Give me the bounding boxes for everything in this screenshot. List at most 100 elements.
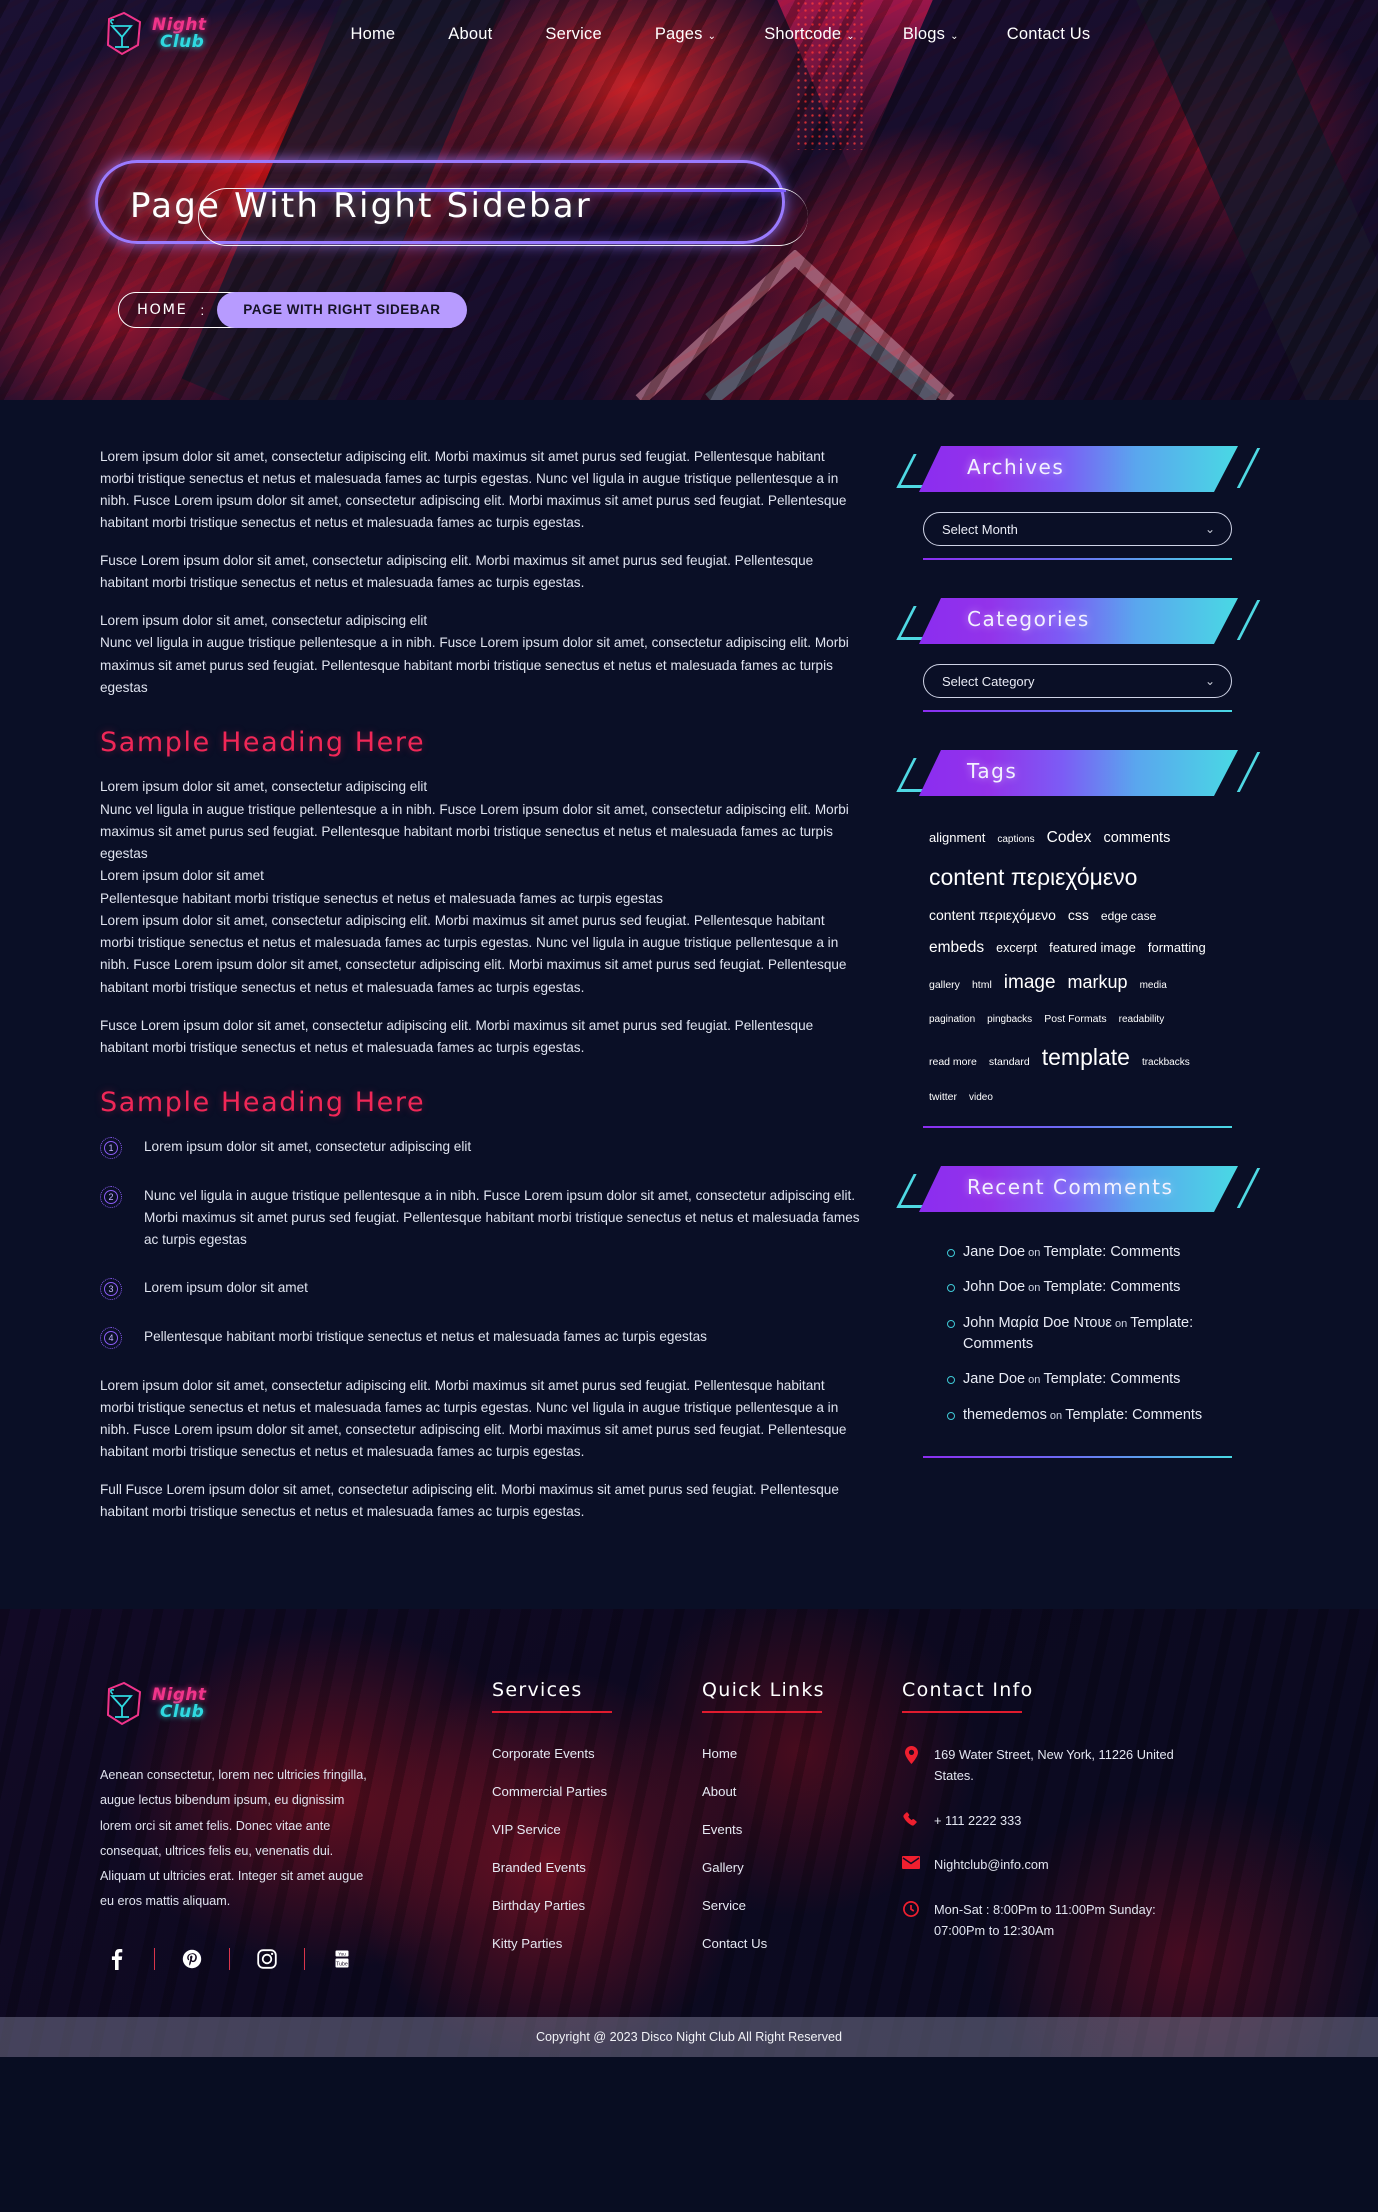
footer-link[interactable]: Kitty Parties xyxy=(492,1936,562,1951)
tag-link[interactable]: readability xyxy=(1119,1010,1165,1030)
tag-link[interactable]: formatting xyxy=(1148,935,1206,961)
paragraph-line: Lorem ipsum dolor sit amet xyxy=(100,868,264,884)
tag-link[interactable]: featured image xyxy=(1049,935,1136,961)
comment-author[interactable]: Jane Doe xyxy=(963,1244,1025,1260)
widget-title: Tags xyxy=(967,759,1018,783)
footer-link[interactable]: Corporate Events xyxy=(492,1746,595,1761)
widget-tags: Tags alignment captions Codex commentsconte… xyxy=(896,750,1261,1138)
tag-link[interactable]: template xyxy=(1042,1034,1130,1080)
footer-link[interactable]: Contact Us xyxy=(702,1936,767,1951)
tag-link[interactable]: twitter xyxy=(929,1087,957,1108)
breadcrumb-home-link[interactable]: HOME xyxy=(137,302,187,318)
paragraph: Lorem ipsum dolor sit amet, consectetur … xyxy=(100,1378,847,1460)
tag-link[interactable]: Codex xyxy=(1047,822,1092,853)
pinterest-icon[interactable] xyxy=(175,1949,209,1969)
comment-post-link[interactable]: Template: Comments xyxy=(1043,1279,1180,1295)
list-item-text: Lorem ipsum dolor sit amet, consectetur … xyxy=(144,1139,472,1155)
comment-post-link[interactable]: Template: Comments xyxy=(1065,1407,1202,1423)
comment-post-link[interactable]: Template: Comments xyxy=(1043,1371,1180,1387)
tag-link[interactable]: trackbacks xyxy=(1142,1053,1190,1073)
nav-item-about[interactable]: About xyxy=(424,19,521,50)
recent-comment-item: John Μαρία Doe Ντουε on Template: Commen… xyxy=(947,1313,1220,1356)
comment-on-label: on xyxy=(1111,1317,1131,1330)
bullet-number: 4 xyxy=(104,1331,118,1346)
tag-link[interactable]: css xyxy=(1068,901,1089,929)
comment-author[interactable]: John Doe xyxy=(963,1279,1025,1295)
hero-banner: Night Club Home About Service Pages ⌄ Sho… xyxy=(0,0,1378,400)
footer-about-text: Aenean consectetur, lorem nec ultricies … xyxy=(100,1768,367,1909)
footer-list-item: Branded Events xyxy=(492,1859,702,1877)
nav-item-shortcode[interactable]: Shortcode ⌄ xyxy=(740,19,879,50)
tag-link[interactable]: video xyxy=(969,1088,993,1108)
footer-link[interactable]: About xyxy=(702,1784,736,1799)
sidebar: Archives Select Month ⌄ Categories Selec… xyxy=(896,446,1261,1539)
tag-link[interactable]: media xyxy=(1140,976,1167,996)
widget-title: Recent Comments xyxy=(967,1175,1174,1199)
paragraph: Fusce Lorem ipsum dolor sit amet, consec… xyxy=(100,1018,814,1056)
tag-link[interactable]: pingbacks xyxy=(987,1010,1032,1030)
comment-author[interactable]: Jane Doe xyxy=(963,1371,1025,1387)
comment-post-link[interactable]: Template: Comments xyxy=(1043,1244,1180,1260)
paragraph: Fusce Lorem ipsum dolor sit amet, consec… xyxy=(100,553,814,591)
numbered-bullet-icon: 2 xyxy=(100,1186,122,1209)
numbered-bullet-icon: 1 xyxy=(100,1137,122,1160)
tag-link[interactable]: alignment xyxy=(929,825,985,851)
nav-item-pages[interactable]: Pages ⌄ xyxy=(631,19,740,50)
nav-item-contact-us[interactable]: Contact Us xyxy=(983,19,1120,50)
footer-services-title: Services xyxy=(492,1679,583,1702)
footer-link[interactable]: Branded Events xyxy=(492,1860,586,1875)
footer-logo[interactable]: Night Club xyxy=(100,1679,370,1729)
tag-link[interactable]: comments xyxy=(1103,824,1170,853)
nav-label: Shortcode xyxy=(764,24,842,43)
footer-link[interactable]: Birthday Parties xyxy=(492,1898,585,1913)
title-underline xyxy=(902,1711,1022,1714)
chevron-down-icon: ⌄ xyxy=(707,30,717,42)
comment-author[interactable]: John Μαρία Doe Ντουε xyxy=(963,1315,1112,1331)
envelope-icon xyxy=(902,1855,920,1870)
categories-select[interactable]: Select Category ⌄ xyxy=(923,664,1232,698)
section-heading-2: Sample Heading Here xyxy=(100,1087,426,1119)
comment-author[interactable]: themedemos xyxy=(963,1407,1047,1423)
tag-link[interactable]: read more xyxy=(929,1052,977,1073)
footer-link[interactable]: VIP Service xyxy=(492,1822,561,1837)
logo-text-club: Club xyxy=(160,1702,205,1723)
footer-link[interactable]: Service xyxy=(702,1898,746,1913)
facebook-icon[interactable] xyxy=(100,1948,134,1971)
tag-link[interactable]: captions xyxy=(997,830,1034,850)
tag-link[interactable]: markup xyxy=(1068,964,1128,1000)
tag-link[interactable]: edge case xyxy=(1101,904,1156,928)
copyright-bar: Copyright @ 2023 Disco Night Club All Ri… xyxy=(0,2017,1378,2058)
footer-link[interactable]: Events xyxy=(702,1822,742,1837)
instagram-icon[interactable] xyxy=(250,1949,284,1970)
archives-select[interactable]: Select Month ⌄ xyxy=(923,512,1232,546)
title-underline xyxy=(492,1711,612,1714)
footer-link[interactable]: Home xyxy=(702,1746,737,1761)
site-logo[interactable]: Night Club xyxy=(100,9,206,59)
top-navigation-bar: Night Club Home About Service Pages ⌄ Sho… xyxy=(0,0,1378,68)
paragraph-line: Lorem ipsum dolor sit amet, consectetur … xyxy=(100,912,847,995)
nav-item-service[interactable]: Service xyxy=(521,19,630,50)
paragraph-line: Lorem ipsum dolor sit amet, consectetur … xyxy=(100,613,428,629)
footer-link[interactable]: Gallery xyxy=(702,1860,744,1875)
comment-on-label: on xyxy=(1025,1282,1044,1295)
tag-link[interactable]: Post Formats xyxy=(1044,1009,1106,1030)
tag-link[interactable]: pagination xyxy=(929,1010,975,1030)
footer-link[interactable]: Commercial Parties xyxy=(492,1784,607,1799)
tag-link[interactable]: html xyxy=(972,975,992,996)
tag-link[interactable]: excerpt xyxy=(996,936,1037,961)
contact-phone-text[interactable]: + 111 2222 333 xyxy=(934,1811,1021,1832)
bullet-number: 2 xyxy=(104,1190,118,1205)
tag-link[interactable]: content περιεχόμενο xyxy=(929,854,1137,900)
tag-link[interactable]: image xyxy=(1004,964,1056,1002)
nav-item-blogs[interactable]: Blogs ⌄ xyxy=(879,19,983,50)
tag-link[interactable]: gallery xyxy=(929,975,960,996)
nav-item-home[interactable]: Home xyxy=(326,19,424,50)
youtube-icon[interactable]: You Tube xyxy=(325,1949,359,1969)
tag-link[interactable]: content περιεχόμενο xyxy=(929,901,1056,929)
contact-email-text[interactable]: Nightclub@info.com xyxy=(934,1855,1049,1876)
contact-address-row: 169 Water Street, New York, 11226 United… xyxy=(902,1745,1202,1786)
tag-link[interactable]: embeds xyxy=(929,932,984,963)
chevron-down-icon: ⌄ xyxy=(846,30,855,42)
social-divider xyxy=(154,1948,155,1971)
tag-link[interactable]: standard xyxy=(989,1052,1030,1073)
